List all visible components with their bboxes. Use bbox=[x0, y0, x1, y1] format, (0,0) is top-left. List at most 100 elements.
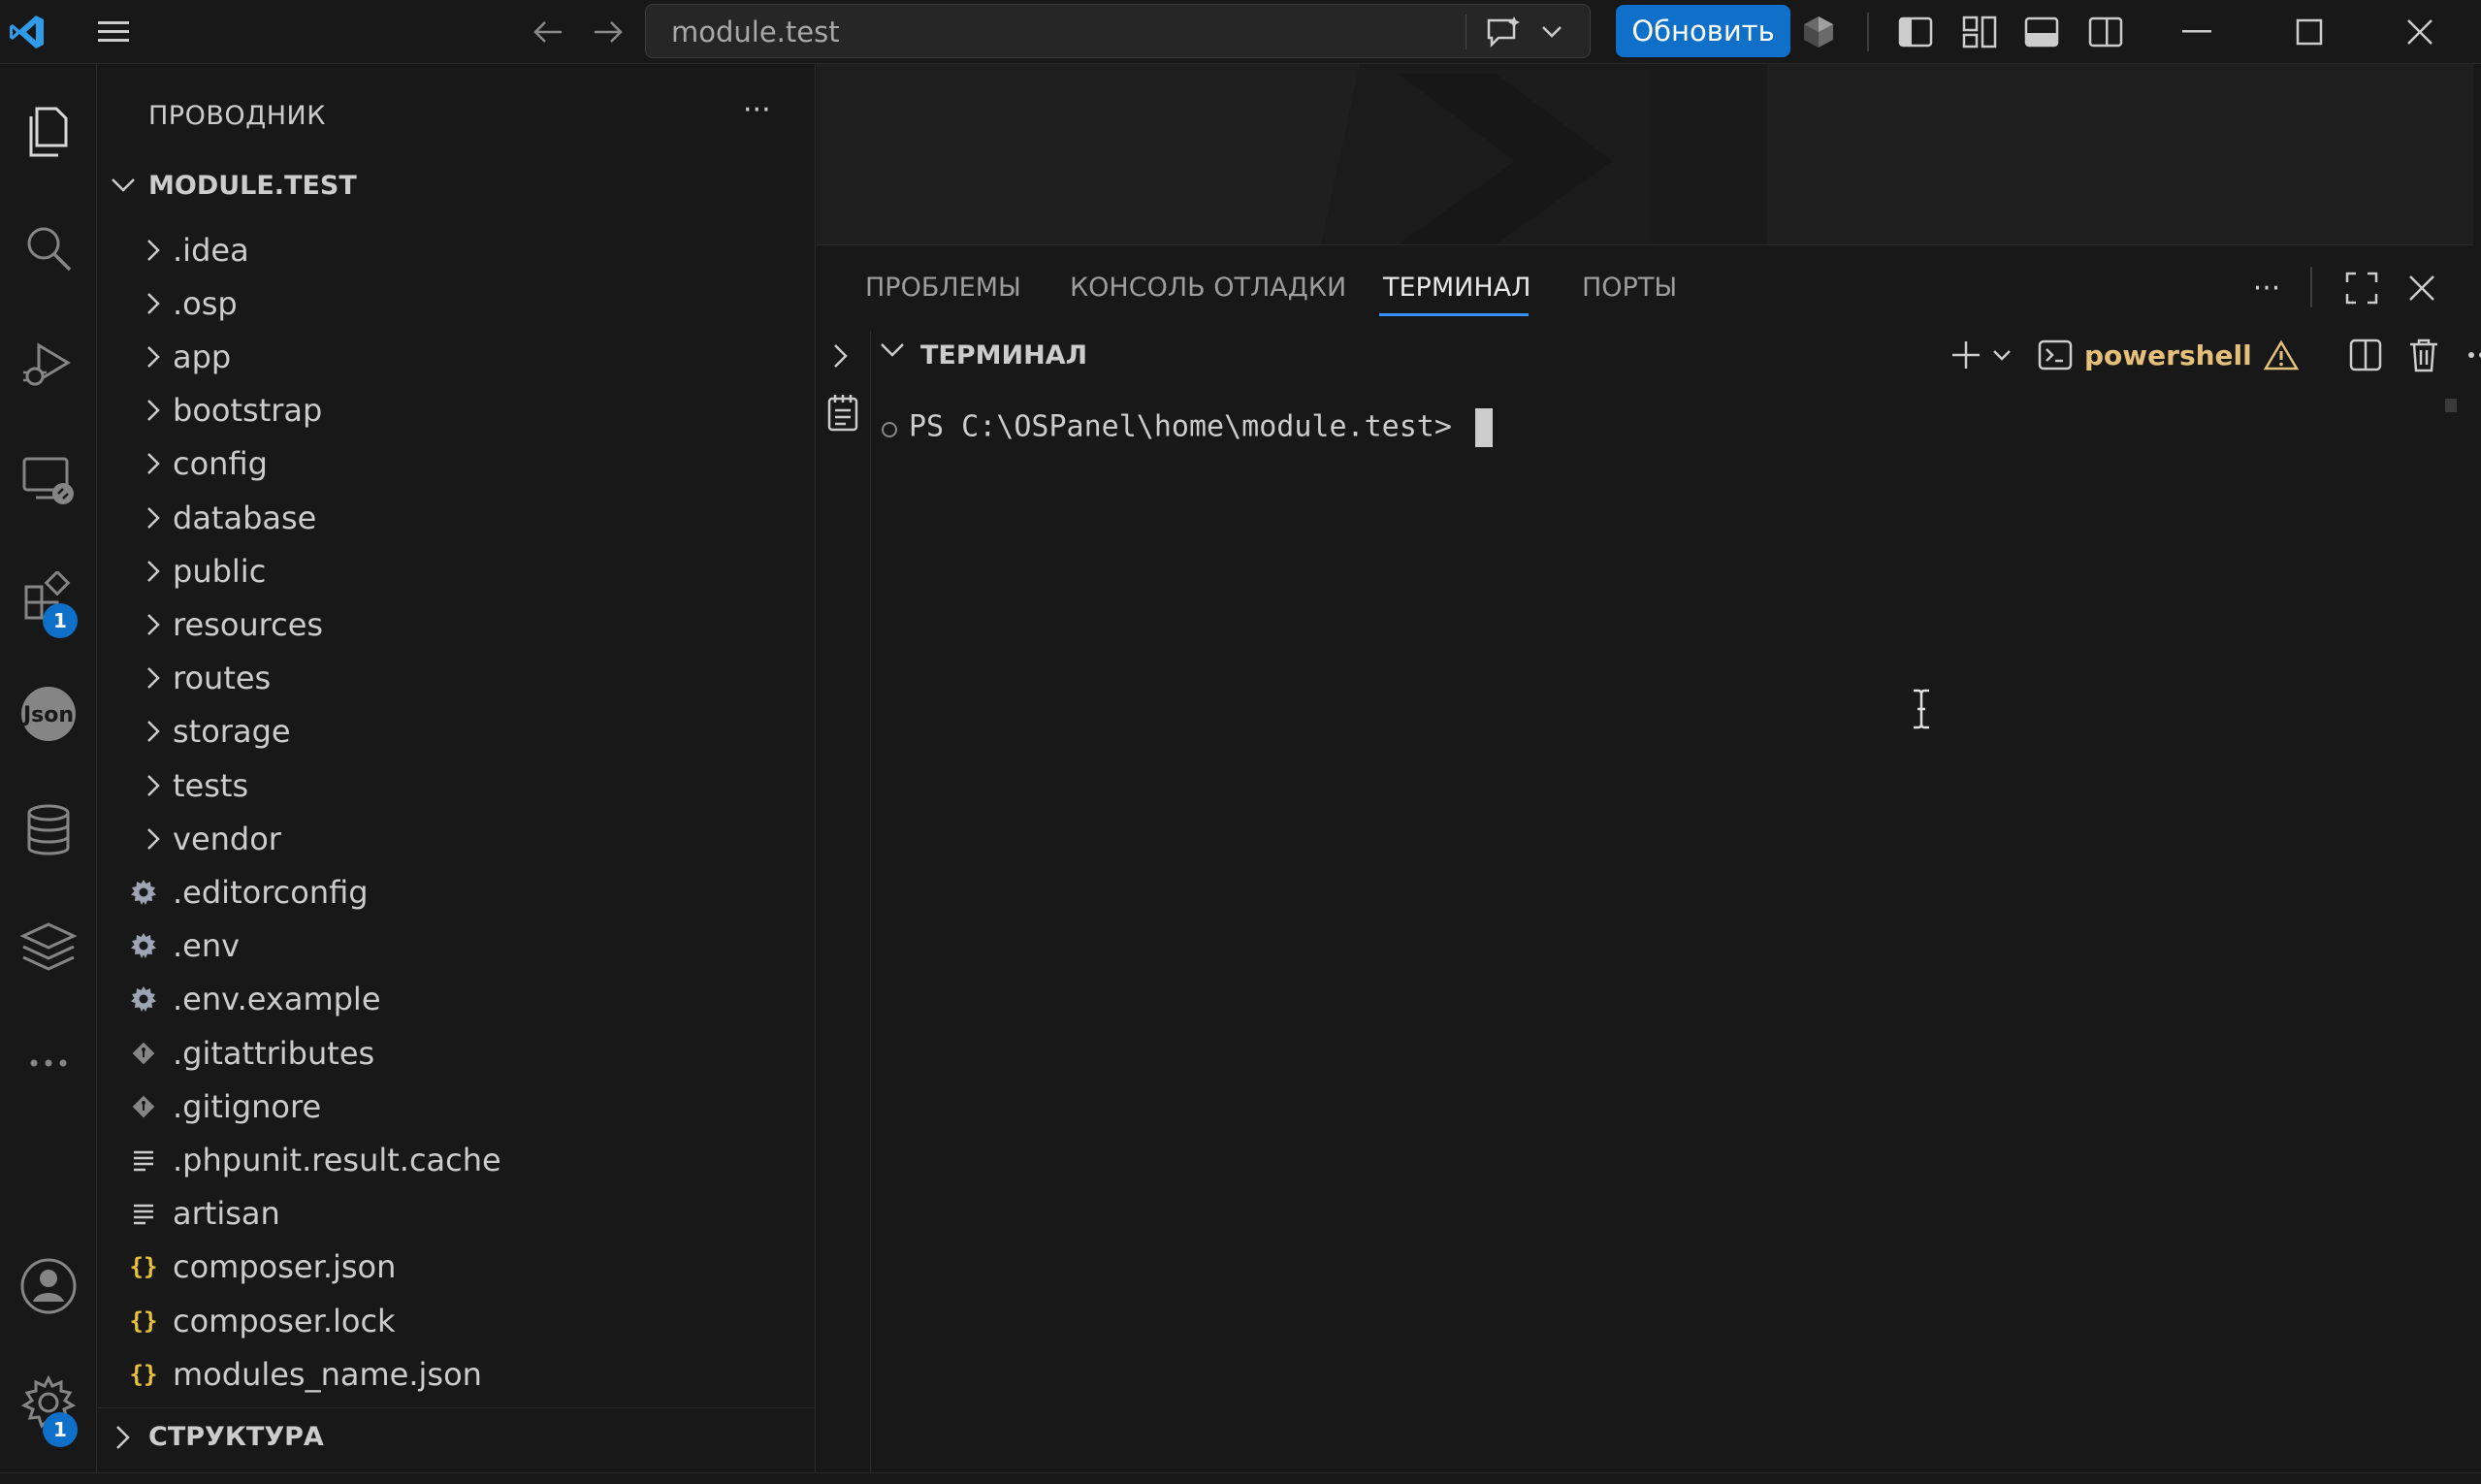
tree-folder-item[interactable]: resources bbox=[98, 597, 815, 651]
editor-area[interactable] bbox=[817, 64, 2473, 244]
command-center-search[interactable]: module.test bbox=[645, 4, 1591, 58]
terminal-output[interactable]: PS C:\OSPanel\home\module.test> bbox=[872, 379, 2473, 1473]
panel-more-actions[interactable]: ··· bbox=[2242, 267, 2291, 309]
minimize-icon[interactable] bbox=[2173, 0, 2221, 64]
warning-icon bbox=[2263, 339, 2299, 371]
search-icon[interactable] bbox=[0, 200, 97, 297]
json-braces-icon: {} bbox=[127, 1241, 160, 1294]
new-terminal-plus-icon[interactable] bbox=[1947, 331, 1985, 379]
tree-file-item[interactable]: .gitattributes bbox=[98, 1026, 815, 1080]
title-bar: module.test Обновить bbox=[0, 0, 2481, 64]
more-views-icon[interactable] bbox=[0, 1015, 97, 1112]
split-terminal-icon[interactable] bbox=[2346, 331, 2385, 379]
tree-folder-item[interactable]: vendor bbox=[98, 812, 815, 865]
tree-item-label: vendor bbox=[173, 820, 281, 857]
tree-file-item[interactable]: .phpunit.result.cache bbox=[98, 1133, 815, 1186]
tree-folder-item[interactable]: config bbox=[98, 437, 815, 491]
maximize-icon[interactable] bbox=[2285, 0, 2334, 64]
tree-folder-item[interactable]: .idea bbox=[98, 223, 815, 276]
tab-terminal[interactable]: ТЕРМИНАЛ bbox=[1383, 273, 1530, 303]
maximize-panel-icon[interactable] bbox=[2337, 267, 2386, 309]
tree-item-label: database bbox=[173, 499, 317, 536]
remote-explorer-icon[interactable] bbox=[0, 433, 97, 530]
terminal-more-actions-icon[interactable] bbox=[2463, 331, 2481, 379]
tree-file-item[interactable]: {} modules_name.json bbox=[98, 1347, 815, 1401]
tree-file-item[interactable]: {} composer.json bbox=[98, 1241, 815, 1294]
tree-item-label: modules_name.json bbox=[173, 1355, 482, 1393]
run-and-debug-icon[interactable] bbox=[0, 316, 97, 413]
tree-folder-item[interactable]: tests bbox=[98, 758, 815, 812]
toggle-primary-sidebar-icon[interactable] bbox=[1891, 0, 1940, 64]
panel-tabs: ПРОБЛЕМЫ КОНСОЛЬ ОТЛАДКИ ТЕРМИНАЛ ПОРТЫ … bbox=[817, 245, 2473, 331]
tree-folder-item[interactable]: app bbox=[98, 330, 815, 383]
terminal-scrollbar[interactable] bbox=[2445, 399, 2457, 412]
tree-item-label: .gitignore bbox=[173, 1087, 322, 1125]
bottom-panel: ПРОБЛЕМЫ КОНСОЛЬ ОТЛАДКИ ТЕРМИНАЛ ПОРТЫ … bbox=[817, 244, 2481, 1473]
tab-debug-console[interactable]: КОНСОЛЬ ОТЛАДКИ bbox=[1070, 273, 1346, 303]
tree-folder-item[interactable]: storage bbox=[98, 705, 815, 758]
vscode-logo-icon bbox=[0, 0, 54, 64]
tree-folder-item[interactable]: public bbox=[98, 544, 815, 597]
chevron-right-icon bbox=[137, 758, 170, 812]
json-icon[interactable]: Json bbox=[0, 665, 97, 762]
tree-file-item[interactable]: .env.example bbox=[98, 973, 815, 1026]
back-arrow-icon[interactable] bbox=[524, 0, 572, 64]
json-braces-icon: {} bbox=[127, 1347, 160, 1401]
outline-section-label: СТРУКТУРА bbox=[148, 1422, 324, 1452]
settings-gear-icon[interactable]: 1 bbox=[0, 1354, 97, 1451]
forward-arrow-icon[interactable] bbox=[584, 0, 632, 64]
terminal-instance-powershell[interactable]: powershell bbox=[2038, 331, 2299, 379]
accounts-icon[interactable] bbox=[0, 1238, 97, 1335]
tree-folder-item[interactable]: database bbox=[98, 491, 815, 544]
file-tree: .idea .osp app bootstrap config database publi… bbox=[98, 223, 815, 1465]
terminal-prompt-text: PS C:\OSPanel\home\module.test> bbox=[909, 409, 1469, 444]
text-file-icon bbox=[127, 1133, 160, 1186]
terminal-notes-icon[interactable] bbox=[826, 393, 859, 436]
chevron-right-icon[interactable] bbox=[832, 342, 850, 373]
gear-icon bbox=[127, 973, 160, 1026]
toggle-secondary-sidebar-icon[interactable] bbox=[2081, 0, 2130, 64]
git-icon bbox=[127, 1026, 160, 1080]
toggle-panel-icon[interactable] bbox=[2017, 0, 2066, 64]
update-button[interactable]: Обновить bbox=[1616, 5, 1790, 57]
tree-file-item[interactable]: .gitignore bbox=[98, 1080, 815, 1133]
tree-item-label: .env bbox=[173, 927, 241, 965]
layers-icon[interactable] bbox=[0, 898, 97, 995]
customize-layout-icon[interactable] bbox=[1955, 0, 2004, 64]
tree-item-label: tests bbox=[173, 766, 249, 804]
explorer-more-actions[interactable]: ··· bbox=[743, 93, 771, 127]
tree-file-item[interactable]: artisan bbox=[98, 1187, 815, 1241]
tree-folder-item[interactable]: routes bbox=[98, 652, 815, 705]
terminal-profiles-chevron-icon[interactable] bbox=[1987, 331, 2016, 379]
tree-item-label: .gitattributes bbox=[173, 1034, 375, 1072]
tree-item-label: app bbox=[173, 338, 232, 375]
tab-problems[interactable]: ПРОБЛЕМЫ bbox=[865, 273, 1021, 303]
close-window-icon[interactable] bbox=[2396, 0, 2444, 64]
outline-section-header[interactable]: СТРУКТУРА bbox=[98, 1407, 815, 1466]
tree-item-label: routes bbox=[173, 660, 272, 697]
extensions-icon[interactable]: 1 bbox=[0, 549, 97, 646]
tree-file-item[interactable]: .env bbox=[98, 919, 815, 973]
chevron-right-icon bbox=[98, 1425, 148, 1450]
tab-ports[interactable]: ПОРТЫ bbox=[1582, 273, 1677, 303]
tree-file-item[interactable]: {} composer.lock bbox=[98, 1294, 815, 1347]
accounts-cube-icon[interactable] bbox=[1794, 0, 1843, 64]
command-decoration-icon[interactable] bbox=[882, 422, 897, 437]
tree-file-item[interactable]: .editorconfig bbox=[98, 865, 815, 919]
workspace-folder-header[interactable]: MODULE.TEST bbox=[98, 159, 815, 211]
tree-folder-item[interactable]: bootstrap bbox=[98, 384, 815, 437]
chevron-down-icon bbox=[1542, 26, 1562, 38]
close-panel-icon[interactable] bbox=[2398, 267, 2446, 309]
menu-icon[interactable] bbox=[89, 0, 138, 64]
tree-folder-item[interactable]: .osp bbox=[98, 276, 815, 330]
explorer-icon[interactable] bbox=[0, 83, 97, 180]
kill-terminal-trash-icon[interactable] bbox=[2404, 331, 2443, 379]
tree-item-label: public bbox=[173, 552, 267, 590]
chevron-down-icon[interactable] bbox=[880, 342, 905, 362]
copilot-chat-icon bbox=[1487, 16, 1520, 48]
tree-item-label: .idea bbox=[173, 231, 249, 269]
tree-item-label: bootstrap bbox=[173, 392, 323, 430]
copilot-chat-button[interactable] bbox=[1485, 15, 1592, 49]
terminal-cursor bbox=[1474, 408, 1493, 447]
database-icon[interactable] bbox=[0, 782, 97, 879]
